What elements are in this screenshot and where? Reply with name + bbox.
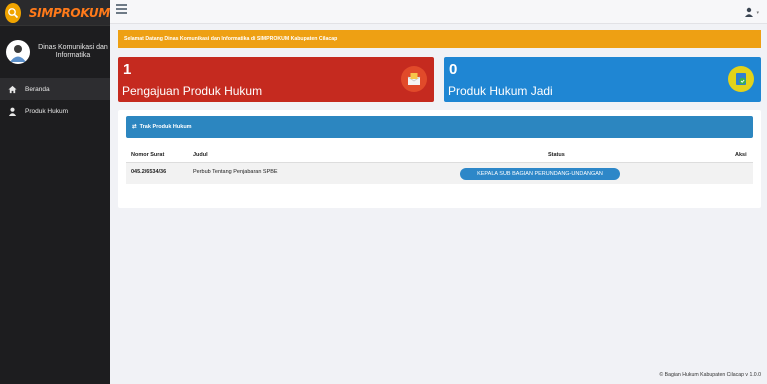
sidebar-item-label: Produk Hukum — [25, 107, 68, 115]
track-panel: ⇄ Trak Produk Hukum Nomor Surat Judul St… — [118, 110, 761, 208]
track-panel-header: ⇄ Trak Produk Hukum — [126, 116, 753, 138]
user-icon — [744, 4, 754, 22]
user-menu[interactable]: ▾ — [744, 4, 759, 22]
col-header-aksi: Aksi — [735, 152, 747, 158]
sidebar-item-produk-hukum[interactable]: Produk Hukum — [0, 100, 110, 122]
chevron-down-icon: ▾ — [756, 10, 759, 16]
sidebar-item-beranda[interactable]: Beranda — [0, 78, 110, 100]
col-header-judul: Judul — [193, 152, 208, 158]
home-icon — [8, 85, 17, 94]
menu-toggle-icon[interactable] — [116, 4, 127, 14]
brand-bar[interactable]: SIMPROKUM — [0, 0, 110, 26]
footer-text: © Bagian Hukum Kabupaten Cilacap v 1.0.0 — [659, 372, 761, 378]
stat-count: 0 — [449, 61, 458, 78]
track-panel-title: Trak Produk Hukum — [139, 124, 192, 130]
stat-count: 1 — [123, 61, 132, 78]
swap-icon: ⇄ — [132, 124, 137, 130]
avatar — [6, 40, 30, 64]
document-check-icon — [728, 66, 754, 92]
stat-card-produk-jadi[interactable]: 0 Produk Hukum Jadi — [444, 57, 761, 102]
user-profile: Dinas Komunikasi dan Informatika — [0, 26, 110, 78]
top-navbar: ▾ — [110, 0, 767, 24]
envelope-icon — [401, 66, 427, 92]
brand-name: SIMPROKUM — [28, 5, 110, 20]
welcome-banner: Selamat Datang Dinas Komunikasi dan Info… — [118, 30, 761, 48]
status-badge[interactable]: KEPALA SUB BAGIAN PERUNDANG-UNDANGAN — [460, 168, 620, 180]
cell-judul: Perbub Tentang Penjabaran SPBE — [193, 169, 278, 175]
stat-label: Pengajuan Produk Hukum — [122, 84, 263, 98]
col-header-nomor-surat: Nomor Surat — [131, 152, 165, 158]
sidebar: SIMPROKUM Dinas Komunikasi dan Informati… — [0, 0, 110, 384]
table-row[interactable]: 045.2/6534/36 Perbub Tentang Penjabaran … — [126, 162, 753, 184]
stat-card-pengajuan[interactable]: 1 Pengajuan Produk Hukum — [118, 57, 434, 102]
profile-name: Dinas Komunikasi dan Informatika — [38, 44, 108, 59]
brand-logo-icon — [5, 2, 21, 23]
user-icon — [8, 107, 17, 116]
stat-label: Produk Hukum Jadi — [448, 84, 553, 98]
sidebar-item-label: Beranda — [25, 85, 50, 93]
col-header-status: Status — [548, 152, 565, 158]
cell-nomor-surat: 045.2/6534/36 — [131, 169, 167, 175]
